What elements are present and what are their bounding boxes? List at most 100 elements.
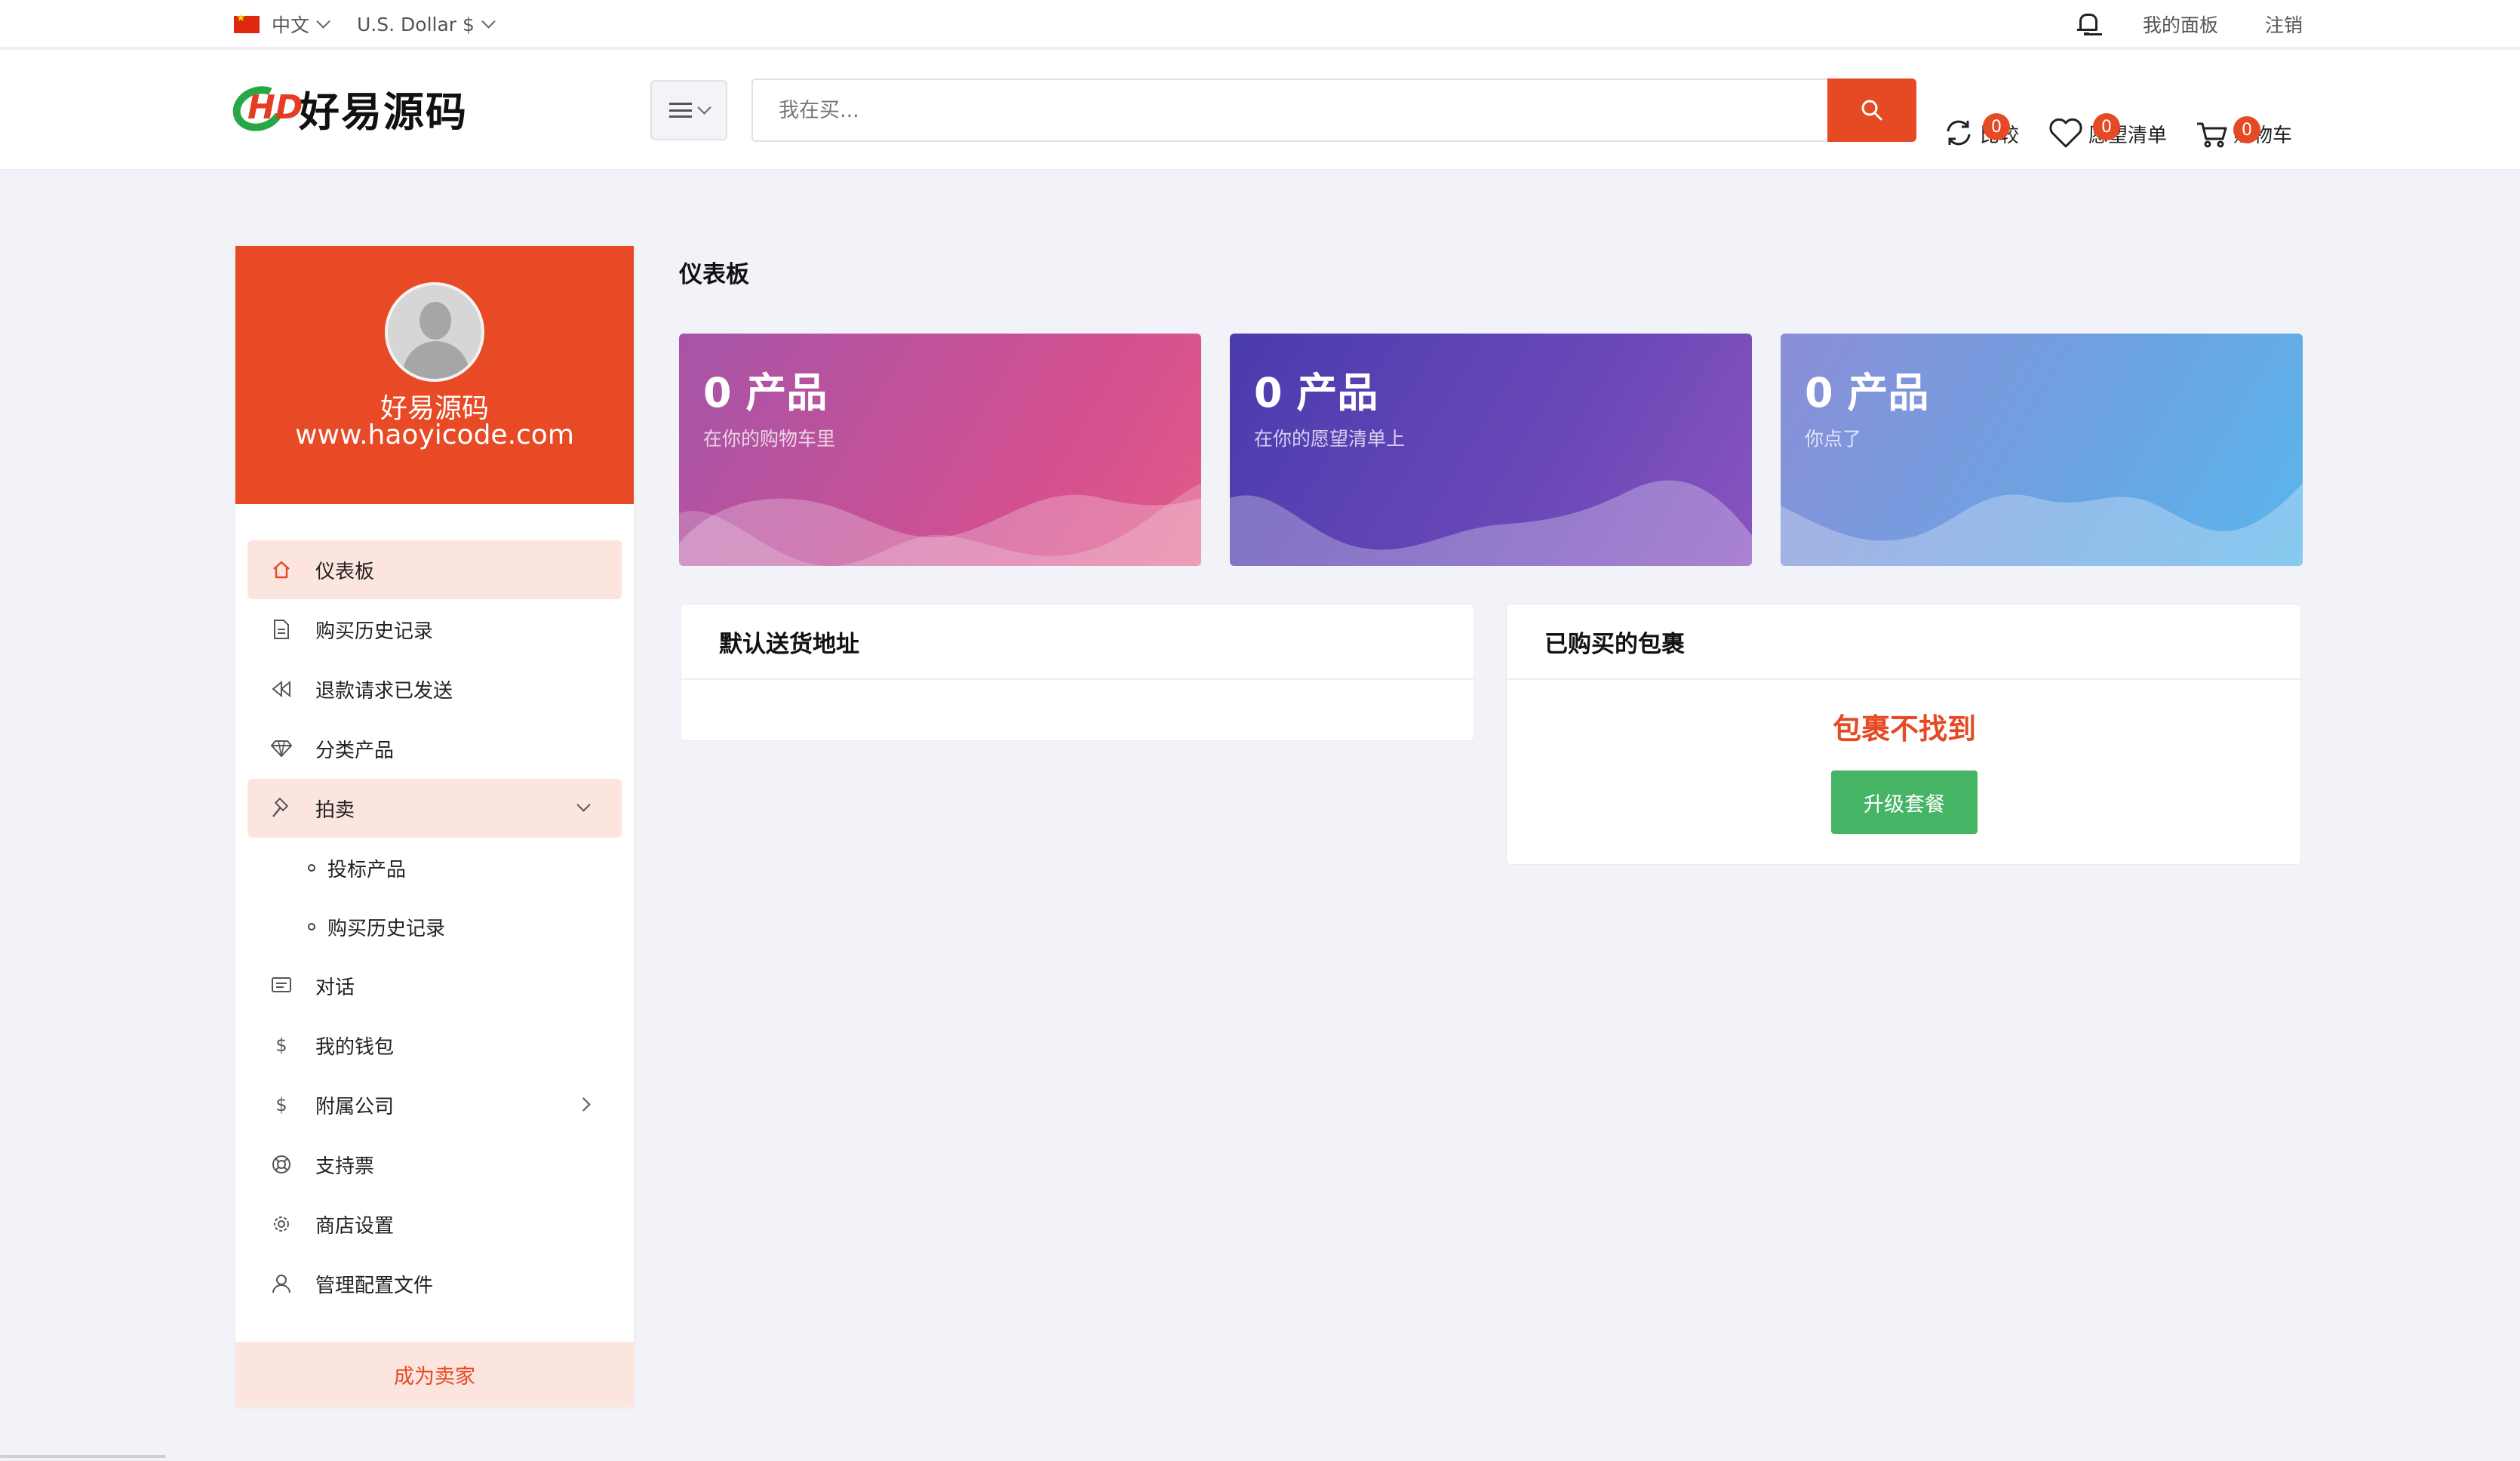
document-icon (269, 619, 294, 640)
home-icon (269, 560, 294, 580)
profile-site: www.haoyicode.com (295, 420, 574, 451)
sidebar-subitem-label: 购买历史记录 (327, 917, 446, 940)
avatar (385, 282, 484, 382)
dollar-icon: $ (275, 1094, 287, 1115)
language-currency-group: 中文 U.S. Dollar $ (234, 0, 496, 48)
panel-title: 默认送货地址 (681, 604, 1474, 680)
sidebar-subitem-label: 投标产品 (327, 858, 407, 881)
sidebar: 好易源码 www.haoyicode.com 仪表板 购买历史记录 退款请求已发… (235, 246, 634, 1407)
sidebar-item-wallet[interactable]: $ 我的钱包 (247, 1016, 622, 1075)
wave-decoration (679, 483, 1201, 566)
logo-text: 好易源码 (299, 88, 468, 136)
logo-mark: HD (226, 78, 303, 139)
package-empty-message: 包裹不找到 (1832, 712, 1976, 746)
top-bar: 中文 U.S. Dollar $ 我的面板 注销 (0, 0, 2520, 48)
sidebar-item-shop-settings[interactable]: 商店设置 (247, 1195, 622, 1253)
bell-icon[interactable] (2075, 12, 2097, 36)
compare-count-badge: 0 (1983, 113, 2010, 140)
cart-stat-card: 0 产品 在你的购物车里 (679, 334, 1201, 566)
sidebar-item-label: 分类产品 (315, 739, 395, 762)
sidebar-item-label: 拍卖 (315, 798, 355, 822)
sidebar-item-label: 商店设置 (315, 1214, 395, 1238)
top-bar-right: 我的面板 注销 (2075, 0, 2303, 48)
wishlist-stat-card: 0 产品 在你的愿望清单上 (1230, 334, 1752, 566)
sidebar-item-support-ticket[interactable]: 支持票 (247, 1135, 622, 1194)
sidebar-item-label: 仪表板 (315, 560, 375, 583)
sidebar-item-auction[interactable]: 拍卖 (247, 779, 622, 838)
profile-header: 好易源码 www.haoyicode.com (235, 246, 634, 504)
sidebar-item-label: 我的钱包 (315, 1035, 395, 1059)
cart-icon (2197, 122, 2227, 148)
chevron-down-icon (576, 798, 591, 812)
sidebar-item-affiliate[interactable]: $ 附属公司 (247, 1075, 622, 1134)
page-title: 仪表板 (679, 261, 749, 288)
sidebar-item-label: 管理配置文件 (315, 1274, 434, 1297)
site-logo[interactable]: HD 好易源码 (226, 78, 468, 139)
refresh-icon (1947, 120, 1971, 146)
wishlist-button[interactable]: 0 愿望清单 (2048, 113, 2167, 149)
purchased-package-panel: 已购买的包裹 包裹不找到 升级套餐 (1506, 604, 2301, 865)
scroll-indicator (0, 1455, 166, 1458)
search-input[interactable] (753, 80, 1827, 140)
card-value: 0 产品 (703, 369, 828, 417)
chat-icon (269, 977, 294, 995)
ordered-stat-card: 0 产品 你点了 (1781, 334, 2303, 566)
currency-selector[interactable]: U.S. Dollar $ (357, 13, 496, 35)
bullet-icon (308, 923, 315, 930)
wishlist-count-badge: 0 (2093, 113, 2121, 140)
sidebar-subitem-bid-products[interactable]: 投标产品 (247, 838, 622, 897)
support-icon (269, 1154, 294, 1175)
search-icon (1861, 100, 1882, 121)
sidebar-item-manage-profile[interactable]: 管理配置文件 (247, 1254, 622, 1313)
header: HD 好易源码 0 比较 (0, 50, 2520, 171)
chevron-down-icon (316, 14, 330, 29)
sidebar-item-conversations[interactable]: 对话 (247, 956, 622, 1015)
user-icon (269, 1273, 294, 1294)
logout-link[interactable]: 注销 (2265, 11, 2303, 38)
card-caption: 你点了 (1805, 428, 1862, 450)
language-selector[interactable]: 中文 (234, 11, 330, 38)
wave-decoration (1781, 483, 2303, 566)
chevron-right-icon (576, 1097, 591, 1112)
bullet-icon (308, 864, 315, 872)
wave-decoration (1230, 480, 1752, 566)
default-address-panel: 默认送货地址 (681, 604, 1474, 741)
cart-button[interactable]: 0 购物车 (2196, 116, 2292, 149)
card-value: 0 产品 (1805, 369, 1929, 417)
header-actions: 0 比较 0 愿望清单 0 购物车 (1942, 89, 2321, 149)
rewind-icon (269, 681, 294, 697)
diamond-icon (269, 740, 294, 758)
china-flag-icon (234, 12, 260, 33)
sidebar-item-label: 附属公司 (315, 1095, 395, 1118)
sidebar-item-purchase-history[interactable]: 购买历史记录 (247, 600, 622, 659)
become-seller-button[interactable]: 成为卖家 (235, 1342, 634, 1407)
gavel-icon (269, 798, 294, 819)
sidebar-subitem-auction-purchase-history[interactable]: 购买历史记录 (247, 897, 622, 956)
chevron-down-icon (481, 14, 496, 29)
sidebar-item-label: 支持票 (315, 1155, 375, 1178)
sidebar-item-classified-products[interactable]: 分类产品 (247, 719, 622, 778)
search-button[interactable] (1827, 78, 1916, 142)
dollar-icon: $ (275, 1035, 287, 1056)
sidebar-nav: 仪表板 购买历史记录 退款请求已发送 分类产品 拍卖 投标产品 购买历史记录 对… (247, 540, 622, 1314)
category-menu-button[interactable] (650, 80, 727, 140)
language-label: 中文 (272, 14, 310, 36)
hamburger-icon (668, 103, 692, 118)
compare-button[interactable]: 0 比较 (1942, 113, 2019, 149)
card-caption: 在你的购物车里 (703, 428, 836, 450)
gear-icon (269, 1213, 294, 1235)
currency-label: U.S. Dollar $ (357, 13, 475, 35)
sidebar-item-label: 退款请求已发送 (315, 679, 453, 703)
heart-icon (2049, 118, 2082, 148)
card-value: 0 产品 (1254, 369, 1378, 417)
card-caption: 在你的愿望清单上 (1254, 428, 1406, 450)
sidebar-item-label: 对话 (315, 976, 355, 999)
upgrade-package-button[interactable]: 升级套餐 (1831, 770, 1978, 834)
my-panel-link[interactable]: 我的面板 (2143, 11, 2218, 38)
chevron-down-icon (696, 100, 711, 115)
cart-count-badge: 0 (2233, 116, 2261, 143)
sidebar-item-label: 购买历史记录 (315, 620, 434, 643)
sidebar-item-dashboard[interactable]: 仪表板 (247, 540, 622, 599)
sidebar-item-refund-requests[interactable]: 退款请求已发送 (247, 660, 622, 718)
panel-title: 已购买的包裹 (1507, 604, 2300, 680)
